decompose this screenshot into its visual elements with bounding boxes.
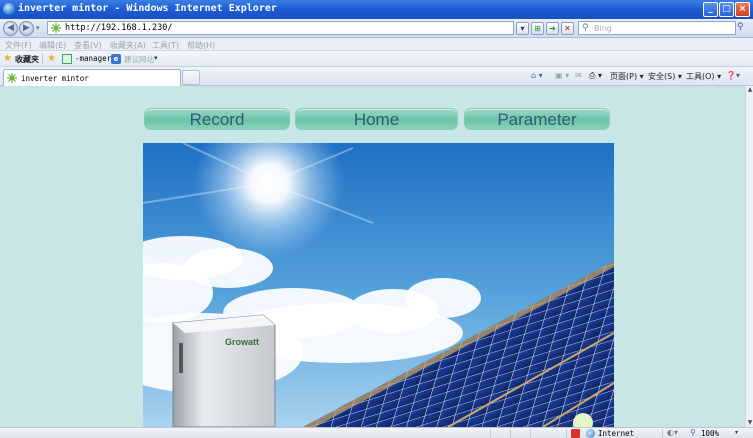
address-dropdown-icon[interactable]: ▾ xyxy=(516,22,529,35)
security-zone-label[interactable]: Internet xyxy=(598,429,634,438)
favorites-star-icon[interactable]: ★ xyxy=(3,53,12,64)
menu-tools[interactable]: 工具(T) xyxy=(152,40,179,51)
hero-solar-image: Growatt xyxy=(143,143,614,427)
divider xyxy=(42,53,43,65)
new-tab-button[interactable] xyxy=(182,70,200,85)
feeds-icon[interactable]: ▣ ▾ xyxy=(555,71,569,80)
nav-record-button[interactable]: Record xyxy=(144,108,290,130)
window-title: inverter mintor - Windows Internet Explo… xyxy=(18,3,277,14)
nav-parameter-label: Parameter xyxy=(497,110,577,129)
manager-link-icon xyxy=(62,54,72,64)
close-button[interactable]: × xyxy=(735,2,750,17)
nav-parameter-button[interactable]: Parameter xyxy=(464,108,610,130)
menu-file[interactable]: 文件(F) xyxy=(5,40,32,51)
scroll-down-icon[interactable]: ▼ xyxy=(746,419,753,427)
refresh-go-icon[interactable]: ➔ xyxy=(546,22,559,35)
favorites-bar: ★ 收藏夹 ★ -manager e 建议网站 ▾ xyxy=(0,51,753,67)
page-menu[interactable]: 页面(P) ▾ xyxy=(610,71,644,82)
suggested-sites-link[interactable]: 建议网站 xyxy=(124,54,154,65)
page-menu-label: 页面(P) xyxy=(610,72,638,81)
tools-menu-label: 工具(O) xyxy=(686,72,715,81)
help-icon[interactable]: ❓▾ xyxy=(726,71,740,80)
chevron-down-icon[interactable]: ▾ xyxy=(154,54,158,62)
url-text: http://192.168.1.230/ xyxy=(65,23,173,33)
site-favicon-icon xyxy=(51,23,61,33)
divider xyxy=(530,429,531,438)
protected-mode-icon[interactable] xyxy=(571,429,580,438)
minimize-button[interactable]: _ xyxy=(703,2,718,17)
search-input[interactable]: ⚲ Bing xyxy=(578,21,736,35)
tab-label: inverter mintor xyxy=(21,74,89,83)
address-toolbar: ◀ ▶ ▾ http://192.168.1.230/ ▾ ⊞ ➔ ✕ ⚲ Bi… xyxy=(0,19,753,38)
divider xyxy=(510,429,511,438)
safety-menu-label: 安全(S) xyxy=(648,72,676,81)
maximize-button[interactable]: □ xyxy=(719,2,734,17)
suggested-sites-icon: e xyxy=(111,54,121,64)
window-title-bar[interactable]: inverter mintor - Windows Internet Explo… xyxy=(0,0,753,19)
vertical-scrollbar[interactable]: ▲ ▼ xyxy=(745,86,753,427)
zoom-icon[interactable]: ⚲ xyxy=(690,428,696,437)
nav-record-label: Record xyxy=(189,110,245,129)
status-bar: Internet ◐▾ ⚲ 100% ▾ xyxy=(0,427,753,438)
safety-menu[interactable]: 安全(S) ▾ xyxy=(648,71,682,82)
nav-home-label: Home xyxy=(353,110,400,129)
back-button[interactable]: ◀ xyxy=(3,21,18,36)
page-content: Record Home Parameter Growatt xyxy=(0,86,745,427)
inverter-brand-text: Growatt xyxy=(225,337,259,347)
search-provider-icon: ⚲ xyxy=(582,23,589,33)
home-icon[interactable]: ⌂ ▾ xyxy=(531,71,543,80)
scroll-up-icon[interactable]: ▲ xyxy=(746,86,753,94)
history-dropdown-icon[interactable]: ▾ xyxy=(36,24,40,32)
search-icon[interactable]: ⚲ xyxy=(737,22,744,32)
read-mail-icon[interactable]: ✉ xyxy=(575,71,582,80)
menu-view[interactable]: 查看(V) xyxy=(74,40,102,51)
search-placeholder: Bing xyxy=(594,24,612,33)
zoom-dropdown-icon[interactable]: ▾ xyxy=(735,429,738,436)
site-favicon-icon xyxy=(7,73,17,83)
tab-inverter-mintor[interactable]: inverter mintor xyxy=(3,69,181,86)
menu-bar: 文件(F) 编辑(E) 查看(V) 收藏夹(A) 工具(T) 帮助(H) xyxy=(0,38,753,51)
ie-app-icon xyxy=(3,3,15,15)
favorite-link-manager[interactable]: -manager xyxy=(75,54,111,63)
divider xyxy=(490,429,491,438)
menu-favorites[interactable]: 收藏夹(A) xyxy=(110,40,146,51)
tools-menu[interactable]: 工具(O) ▾ xyxy=(686,71,721,82)
nav-home-button[interactable]: Home xyxy=(295,108,458,130)
favorites-button[interactable]: 收藏夹 xyxy=(15,54,39,65)
tab-bar: inverter mintor ⌂ ▾ ▣ ▾ ✉ ⎙ ▾ 页面(P) ▾ 安全… xyxy=(0,67,753,86)
divider xyxy=(566,429,567,438)
add-favorite-icon[interactable]: ★ xyxy=(47,53,56,64)
print-icon[interactable]: ⎙ ▾ xyxy=(589,71,602,81)
compatibility-view-icon[interactable]: ⊞ xyxy=(531,22,544,35)
popup-blocker-icon[interactable]: ◐▾ xyxy=(667,428,678,437)
address-input[interactable]: http://192.168.1.230/ xyxy=(47,21,514,35)
menu-help[interactable]: 帮助(H) xyxy=(187,40,215,51)
forward-button[interactable]: ▶ xyxy=(19,21,34,36)
menu-edit[interactable]: 编辑(E) xyxy=(39,40,66,51)
divider xyxy=(662,429,663,438)
zoom-level[interactable]: 100% xyxy=(701,429,719,438)
internet-zone-icon xyxy=(586,429,595,438)
stop-icon[interactable]: ✕ xyxy=(561,22,574,35)
